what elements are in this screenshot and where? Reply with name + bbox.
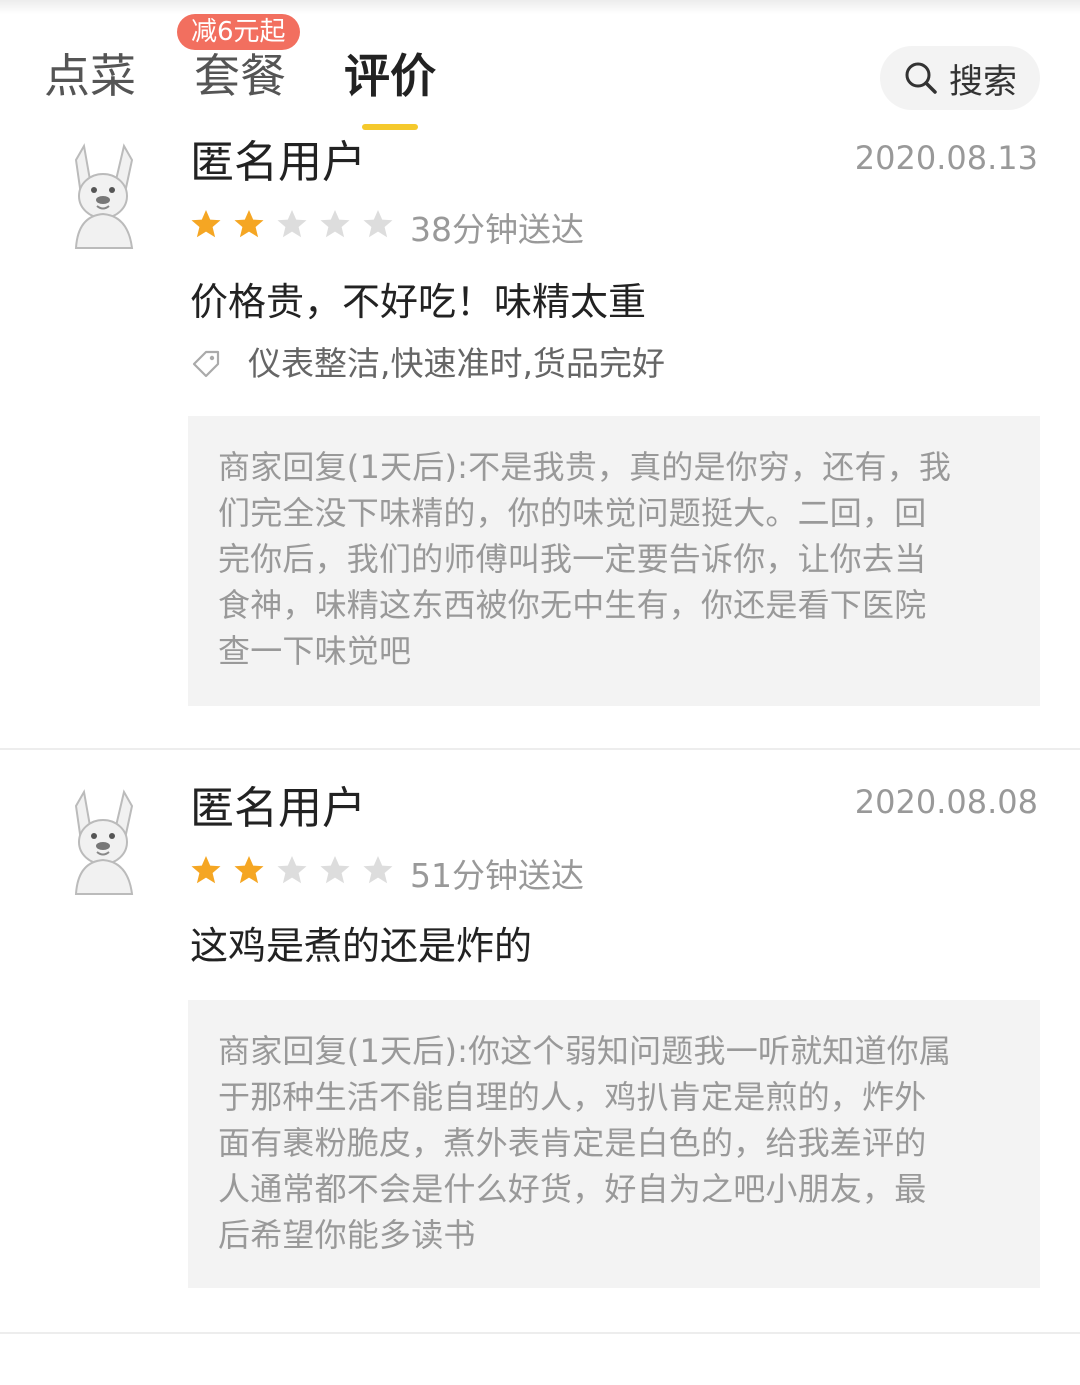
reply-line: 食神，味精这东西被你无中生有，你还是看下医院 [218, 586, 927, 624]
reply-line: 们完全没下味精的，你的味觉问题挺大。二回，回 [218, 494, 927, 532]
review-content: 这鸡是煮的还是炸的 [190, 924, 533, 968]
star-empty-icon [320, 856, 350, 884]
review-date: 2020.08.08 [854, 783, 1038, 821]
reply-line: 商家回复(1天后):不是我贵，真的是你穷，还有，我 [218, 448, 952, 486]
star-rating [190, 854, 394, 886]
star-filled-icon [234, 210, 264, 238]
kangaroo-avatar-icon[interactable] [56, 786, 148, 896]
tab-reviews[interactable]: 评价 [344, 46, 436, 106]
active-tab-indicator [362, 124, 418, 130]
reply-line: 后希望你能多读书 [218, 1216, 476, 1254]
search-icon [905, 62, 937, 94]
star-empty-icon [277, 856, 307, 884]
review-username: 匿名用户 [190, 783, 366, 834]
discount-badge: 减6元起 [177, 14, 300, 50]
review-tags: 仪表整洁,快速准时,货品完好 [190, 344, 665, 384]
reply-line: 商家回复(1天后):你这个弱知问题我一听就知道你属 [218, 1032, 952, 1070]
star-empty-icon [277, 210, 307, 238]
tab-bar: 点菜 套餐 减6元起 评价 搜索 [0, 0, 1080, 140]
delivery-time: 38分钟送达 [410, 210, 584, 249]
kangaroo-avatar-icon[interactable] [56, 140, 148, 250]
review-date: 2020.08.13 [854, 139, 1038, 177]
search-button[interactable]: 搜索 [880, 46, 1040, 110]
search-label: 搜索 [949, 61, 1017, 102]
star-filled-icon [191, 210, 221, 238]
star-empty-icon [320, 210, 350, 238]
star-empty-icon [363, 856, 393, 884]
review-content: 价格贵，不好吃！味精太重 [190, 280, 647, 324]
delivery-time: 51分钟送达 [410, 856, 584, 895]
star-filled-icon [234, 856, 264, 884]
star-rating [190, 208, 394, 240]
review-divider [0, 1332, 1080, 1334]
tag-icon [192, 350, 220, 378]
tab-combo[interactable]: 套餐 [194, 46, 286, 106]
reply-line: 查一下味觉吧 [218, 632, 412, 670]
review-divider [0, 748, 1080, 750]
reply-line: 于那种生活不能自理的人，鸡扒肯定是煎的，炸外 [218, 1078, 927, 1116]
merchant-reply: 商家回复(1天后):不是我贵，真的是你穷，还有，我 们完全没下味精的，你的味觉问… [188, 416, 1040, 706]
reply-line: 面有裹粉脆皮，煮外表肯定是白色的，给我差评的 [218, 1124, 927, 1162]
merchant-reply: 商家回复(1天后):你这个弱知问题我一听就知道你属 于那种生活不能自理的人，鸡扒… [188, 1000, 1040, 1288]
tab-dishes[interactable]: 点菜 [44, 46, 136, 106]
reply-line: 人通常都不会是什么好货，好自为之吧小朋友，最 [218, 1170, 927, 1208]
star-empty-icon [363, 210, 393, 238]
review-username: 匿名用户 [190, 137, 366, 188]
star-filled-icon [191, 856, 221, 884]
tags-text: 仪表整洁,快速准时,货品完好 [248, 344, 665, 383]
reply-line: 完你后，我们的师傅叫我一定要告诉你，让你去当 [218, 540, 927, 578]
